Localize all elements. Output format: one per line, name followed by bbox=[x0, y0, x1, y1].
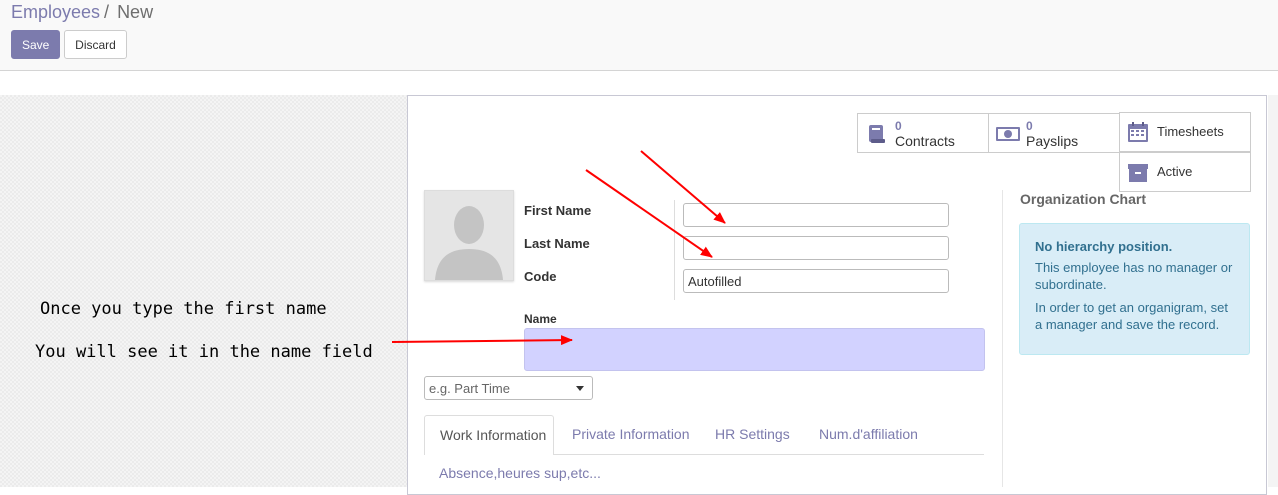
background-pattern bbox=[0, 95, 407, 487]
money-icon bbox=[995, 126, 1021, 147]
tab-affiliation[interactable]: Num.d'affiliation bbox=[819, 426, 918, 442]
tab-work-information-label: Work Information bbox=[440, 427, 547, 443]
field-divider bbox=[674, 200, 675, 300]
annotation-line-2: You will see it in the name field bbox=[35, 342, 373, 362]
background-right bbox=[1268, 95, 1278, 487]
timesheets-button[interactable]: Timesheets bbox=[1119, 112, 1251, 152]
contracts-label: Contracts bbox=[895, 133, 955, 149]
employee-photo[interactable] bbox=[424, 190, 514, 281]
avatar-placeholder-icon bbox=[425, 191, 513, 280]
book-icon bbox=[866, 123, 888, 150]
tab-work-information[interactable]: Work Information bbox=[424, 415, 554, 455]
breadcrumb-employees-link[interactable]: Employees bbox=[11, 2, 100, 22]
org-chart-line-2: In order to get an organigram, set a man… bbox=[1035, 300, 1228, 332]
tab-hr-settings[interactable]: HR Settings bbox=[715, 426, 790, 442]
calendar-icon bbox=[1127, 121, 1149, 148]
category-placeholder: e.g. Part Time bbox=[429, 381, 510, 396]
tab-private-information[interactable]: Private Information bbox=[572, 426, 690, 442]
payslips-label: Payslips bbox=[1026, 133, 1079, 149]
name-field[interactable] bbox=[524, 328, 985, 371]
archive-icon bbox=[1127, 162, 1149, 189]
timesheets-label: Timesheets bbox=[1157, 124, 1224, 139]
org-chart-divider bbox=[1002, 190, 1003, 487]
chevron-down-icon bbox=[576, 386, 584, 391]
tab-absence[interactable]: Absence,heures sup,etc... bbox=[439, 465, 601, 481]
code-label: Code bbox=[524, 269, 557, 284]
code-input[interactable] bbox=[683, 269, 949, 293]
save-button[interactable]: Save bbox=[11, 30, 60, 59]
payslips-count: 0 bbox=[1026, 119, 1033, 133]
org-chart-line-1: This employee has no manager or subordin… bbox=[1035, 260, 1233, 292]
payslips-button[interactable]: 0 Payslips bbox=[988, 113, 1120, 153]
discard-button[interactable]: Discard bbox=[64, 30, 127, 59]
control-panel: Employees / New Save Discard bbox=[0, 0, 1278, 71]
contracts-count: 0 bbox=[895, 119, 902, 133]
last-name-input[interactable] bbox=[683, 236, 949, 260]
last-name-label: Last Name bbox=[524, 236, 590, 251]
breadcrumb: Employees / New bbox=[11, 2, 153, 23]
first-name-input[interactable] bbox=[683, 203, 949, 227]
active-label: Active bbox=[1157, 164, 1193, 179]
org-chart-info-box: No hierarchy position. This employee has… bbox=[1019, 223, 1250, 355]
name-label: Name bbox=[524, 312, 557, 326]
first-name-label: First Name bbox=[524, 203, 592, 218]
breadcrumb-current: New bbox=[117, 2, 154, 22]
annotation-line-1: Once you type the first name bbox=[40, 299, 327, 319]
breadcrumb-separator: / bbox=[104, 2, 110, 22]
org-chart-title: Organization Chart bbox=[1020, 191, 1147, 207]
org-chart-heading: No hierarchy position. bbox=[1035, 239, 1173, 254]
active-toggle-button[interactable]: Active bbox=[1119, 152, 1251, 192]
category-select[interactable]: e.g. Part Time bbox=[424, 376, 593, 400]
contracts-button[interactable]: 0 Contracts bbox=[857, 113, 989, 153]
